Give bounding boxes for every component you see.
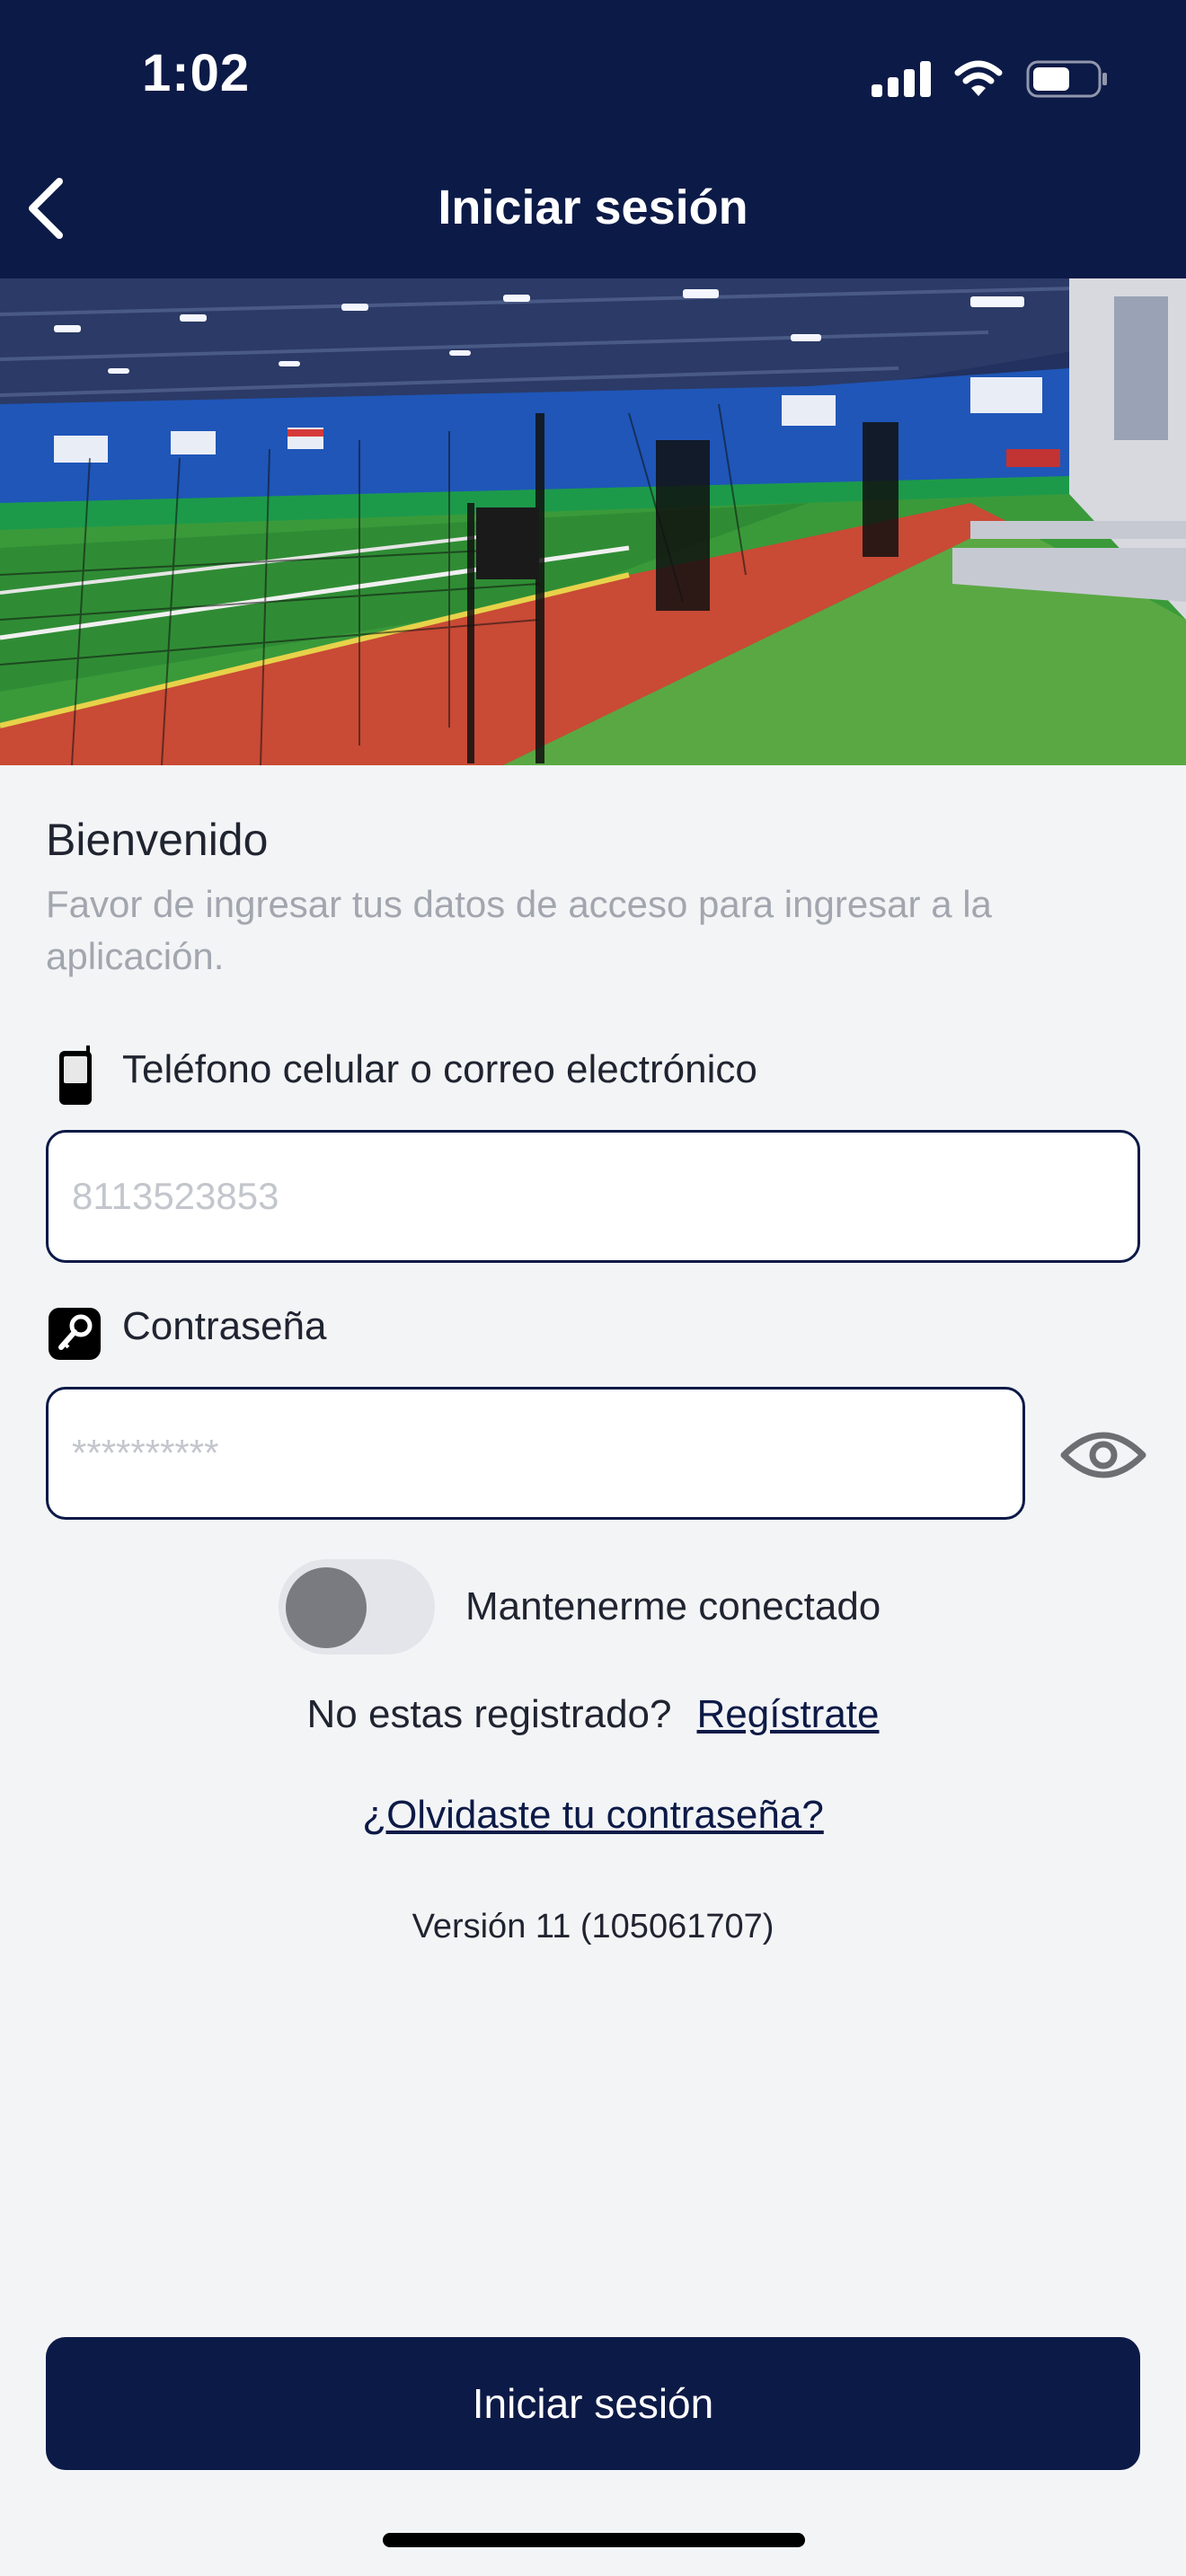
app-header: 1:02 Iniciar sesión <box>0 0 1186 278</box>
stay-connected-toggle[interactable] <box>279 1559 435 1654</box>
login-button-label: Iniciar sesión <box>472 2380 714 2427</box>
cellular-signal-icon <box>872 61 931 97</box>
key-icon <box>49 1308 101 1360</box>
password-input[interactable]: ********** <box>46 1387 1025 1520</box>
wifi-icon <box>954 60 1003 96</box>
register-link[interactable]: Regístrate <box>697 1692 880 1736</box>
page-title: Iniciar sesión <box>438 181 748 234</box>
password-placeholder: ********** <box>72 1432 219 1474</box>
register-prompt: No estas registrado? <box>306 1692 672 1736</box>
stay-connected-label: Mantenerme conectado <box>465 1584 881 1628</box>
home-indicator[interactable] <box>383 2533 805 2547</box>
status-time: 1:02 <box>142 44 251 102</box>
forgot-password-link[interactable]: ¿Olvidaste tu contraseña? <box>0 1793 1186 1838</box>
welcome-subtitle: Favor de ingresar tus datos de acceso pa… <box>46 883 992 977</box>
welcome-title: Bienvenido <box>46 815 269 865</box>
toggle-knob <box>286 1567 367 1648</box>
phone-email-input[interactable]: 8113523853 <box>46 1130 1140 1263</box>
phone-field-label: Teléfono celular o correo electrónico <box>122 1047 757 1091</box>
app-version: Versión 11 (105061707) <box>412 1908 774 1945</box>
login-button[interactable]: Iniciar sesión <box>46 2337 1140 2470</box>
mobile-phone-icon <box>59 1045 92 1105</box>
phone-email-placeholder: 8113523853 <box>72 1175 279 1217</box>
status-icons <box>872 57 1109 101</box>
battery-icon <box>1026 60 1107 98</box>
register-row: No estas registrado? Regístrate <box>0 1692 1186 1737</box>
password-field-label: Contraseña <box>122 1304 327 1348</box>
hero-image <box>0 278 1186 765</box>
eye-icon[interactable] <box>1057 1417 1150 1493</box>
